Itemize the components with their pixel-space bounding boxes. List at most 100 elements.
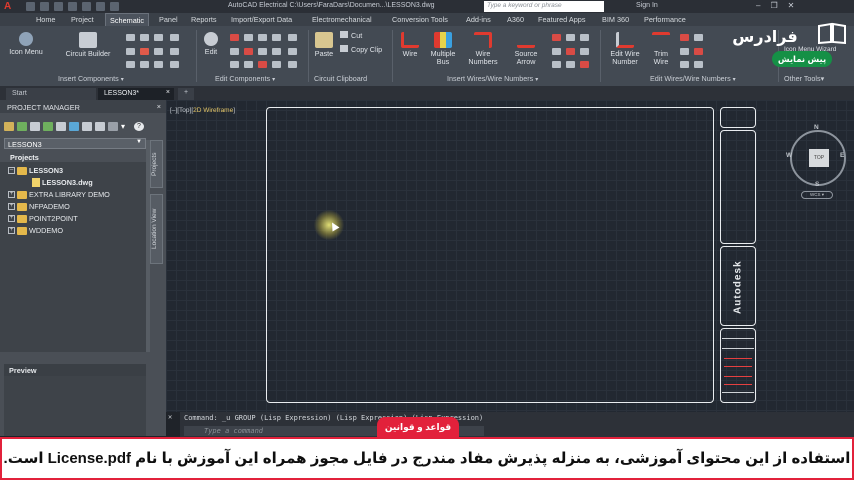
tab-schematic[interactable]: Schematic xyxy=(105,13,150,26)
edit-wire-tool-icon[interactable] xyxy=(694,61,703,68)
edit-component-icon[interactable] xyxy=(272,61,281,68)
project-tasks-icon[interactable] xyxy=(56,122,66,131)
tab-featured-apps[interactable]: Featured Apps xyxy=(538,15,585,24)
tab-panel[interactable]: Panel xyxy=(159,15,178,24)
undo-icon[interactable] xyxy=(82,2,91,11)
expand-icon[interactable]: + xyxy=(8,191,15,198)
insert-wire-tool-icon[interactable] xyxy=(566,34,575,41)
insert-component-icon[interactable] xyxy=(126,48,135,55)
edit-wire-number-button[interactable]: Edit Wire Number xyxy=(604,32,646,66)
tree-item-wddemo[interactable]: + WDDEMO xyxy=(8,225,63,236)
insert-wire-tool-icon[interactable] xyxy=(552,61,561,68)
tab-a360[interactable]: A360 xyxy=(507,15,524,24)
tree-item-lesson3-dwg[interactable]: LESSON3.dwg xyxy=(32,177,93,188)
source-arrow-button[interactable]: Source Arrow xyxy=(508,32,544,66)
paste-button[interactable]: Paste xyxy=(312,32,336,58)
compass-east[interactable]: E xyxy=(840,152,844,159)
close-command-icon[interactable]: ✕ xyxy=(168,413,172,421)
tab-project[interactable]: Project xyxy=(71,15,94,24)
close-tab-icon[interactable]: × xyxy=(166,89,170,96)
trim-wire-button[interactable]: Trim Wire xyxy=(648,32,674,66)
tree-item-nfpademo[interactable]: + NFPADEMO xyxy=(8,201,70,212)
insert-component-icon[interactable] xyxy=(126,61,135,68)
group-other-tools[interactable]: Other Tools▾ xyxy=(784,74,824,83)
wire-numbers-button[interactable]: Wire Numbers xyxy=(464,32,502,66)
cut-button[interactable]: Cut xyxy=(340,31,362,40)
compass-north[interactable]: N xyxy=(814,124,819,131)
insert-wire-tool-icon[interactable] xyxy=(552,34,561,41)
insert-wire-tool-icon[interactable] xyxy=(580,34,589,41)
edit-wire-tool-icon[interactable] xyxy=(694,48,703,55)
tab-reports[interactable]: Reports xyxy=(191,15,217,24)
edit-component-icon[interactable] xyxy=(230,34,239,41)
project-select[interactable]: LESSON3 ▼ xyxy=(4,138,146,149)
open-project-icon[interactable] xyxy=(4,122,14,131)
insert-component-icon[interactable] xyxy=(154,48,163,55)
search-input[interactable]: Type a keyword or phrase xyxy=(484,1,604,12)
edit-component-icon[interactable] xyxy=(230,48,239,55)
save-icon[interactable] xyxy=(54,2,63,11)
save-as-icon[interactable] xyxy=(68,2,77,11)
tab-start[interactable]: Start xyxy=(6,88,96,100)
viewport-controls[interactable]: [–][Top][2D Wireframe] xyxy=(170,107,235,114)
drawing-canvas[interactable]: [–][Top][2D Wireframe] Autodesk TOP N S … xyxy=(166,100,854,412)
edit-component-icon[interactable] xyxy=(244,48,253,55)
tab-bim360[interactable]: BIM 360 xyxy=(602,15,629,24)
close-button[interactable]: ✕ xyxy=(788,1,795,10)
insert-component-icon[interactable] xyxy=(126,34,135,41)
expand-icon[interactable]: + xyxy=(8,215,15,222)
edit-component-icon[interactable] xyxy=(272,48,281,55)
print-icon[interactable] xyxy=(110,2,119,11)
compass-south[interactable]: S xyxy=(815,181,819,188)
tab-home[interactable]: Home xyxy=(36,15,55,24)
insert-wire-tool-icon[interactable] xyxy=(566,61,575,68)
edit-component-icon[interactable] xyxy=(288,48,297,55)
wire-button[interactable]: Wire xyxy=(396,32,424,58)
sign-in-link[interactable]: Sign In xyxy=(636,2,658,9)
help-icon[interactable]: ? xyxy=(134,122,144,131)
side-tab-location-view[interactable]: Location View xyxy=(150,194,163,264)
insert-wire-tool-icon[interactable] xyxy=(552,48,561,55)
new-tab-button[interactable]: + xyxy=(178,88,194,100)
expand-icon[interactable]: + xyxy=(8,227,15,234)
group-edit-wires[interactable]: Edit Wires/Wire Numbers ▾ xyxy=(650,74,736,85)
tab-add-ins[interactable]: Add-ins xyxy=(466,15,491,24)
tab-conversion-tools[interactable]: Conversion Tools xyxy=(392,15,448,24)
group-insert-wires[interactable]: Insert Wires/Wire Numbers ▾ xyxy=(447,74,538,85)
icon-menu-button[interactable]: Icon Menu xyxy=(6,32,46,56)
tab-import-export[interactable]: Import/Export Data xyxy=(231,15,292,24)
insert-component-icon[interactable] xyxy=(170,34,179,41)
edit-wire-tool-icon[interactable] xyxy=(680,34,689,41)
edit-component-icon[interactable] xyxy=(244,61,253,68)
edit-component-icon[interactable] xyxy=(258,34,267,41)
new-project-icon[interactable] xyxy=(17,122,27,131)
preview-header[interactable]: Preview xyxy=(4,364,146,376)
circuit-builder-button[interactable]: Circuit Builder xyxy=(58,32,118,58)
tab-electromechanical[interactable]: Electromechanical xyxy=(312,15,372,24)
insert-component-icon[interactable] xyxy=(140,48,149,55)
edit-component-icon[interactable] xyxy=(230,61,239,68)
viewcube-top-face[interactable]: TOP xyxy=(809,149,829,167)
tree-item-extra-library-demo[interactable]: + EXTRA LIBRARY DEMO xyxy=(8,189,110,200)
edit-component-icon[interactable] xyxy=(258,48,267,55)
edit-component-icon[interactable] xyxy=(244,34,253,41)
copy-clip-button[interactable]: Copy Clip xyxy=(340,45,382,54)
expand-icon[interactable]: + xyxy=(8,203,15,210)
insert-component-icon[interactable] xyxy=(170,48,179,55)
insert-wire-tool-icon[interactable] xyxy=(580,48,589,55)
tree-item-lesson3[interactable]: – LESSON3 xyxy=(8,165,63,176)
side-tab-projects[interactable]: Projects xyxy=(150,140,163,188)
edit-wire-tool-icon[interactable] xyxy=(680,61,689,68)
tab-performance[interactable]: Performance xyxy=(644,15,686,24)
plot-icon[interactable] xyxy=(95,122,105,131)
tab-lesson3[interactable]: LESSON3* × xyxy=(98,88,174,100)
settings-icon[interactable] xyxy=(108,122,118,131)
dropdown-icon[interactable]: ▾ xyxy=(121,122,131,131)
edit-component-icon[interactable] xyxy=(288,61,297,68)
edit-component-icon[interactable] xyxy=(288,34,297,41)
insert-component-icon[interactable] xyxy=(140,61,149,68)
insert-component-icon[interactable] xyxy=(170,61,179,68)
insert-wire-tool-icon[interactable] xyxy=(580,61,589,68)
tree-item-point2point[interactable]: + POINT2POINT xyxy=(8,213,78,224)
autocad-logo-icon[interactable]: A xyxy=(4,0,18,13)
